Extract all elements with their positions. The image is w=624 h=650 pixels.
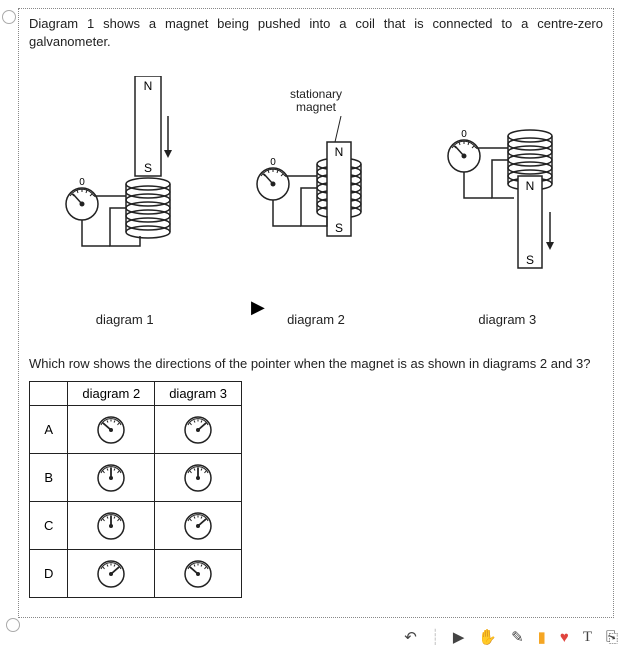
caption-d2: diagram 2 (220, 312, 411, 327)
row-label-B: B (30, 453, 68, 501)
page-content: Diagram 1 shows a magnet being pushed in… (18, 8, 614, 618)
svg-text:S: S (144, 161, 152, 175)
text-icon[interactable]: T (583, 629, 592, 646)
diagram-2: stationary magnet (220, 56, 411, 306)
answer-table: diagram 2 diagram 3 A B C D (29, 381, 242, 598)
svg-text:N: N (143, 79, 152, 93)
question-text: Which row shows the directions of the po… (29, 355, 603, 373)
svg-text:S: S (335, 221, 343, 235)
gauge-icon (182, 556, 214, 588)
caption-row: diagram 1 diagram 2 diagram 3 (29, 312, 603, 327)
diagram-3: N S 0 (412, 56, 603, 306)
caption-d1: diagram 1 (29, 312, 220, 327)
pen-icon[interactable]: ✎ (511, 628, 524, 646)
svg-text:0: 0 (270, 157, 276, 168)
stationary-label: stationary magnet (290, 88, 342, 114)
separator: ┊ (431, 628, 439, 646)
table-row: D (30, 549, 242, 597)
cursor-arrow-icon: ▶ (251, 297, 265, 318)
caption-d3: diagram 3 (412, 312, 603, 327)
row-label-D: D (30, 549, 68, 597)
diagram-1: N S (29, 56, 220, 306)
copy-icon[interactable]: ⎘ (606, 629, 618, 646)
intro-text: Diagram 1 shows a magnet being pushed in… (29, 15, 603, 50)
row-label-C: C (30, 501, 68, 549)
page-handle-bottom[interactable] (6, 618, 20, 632)
answer-header-blank (30, 381, 68, 405)
gauge-icon (182, 508, 214, 540)
svg-text:S: S (526, 253, 534, 267)
gauge-icon (182, 460, 214, 492)
svg-text:N: N (335, 145, 344, 159)
gauge-icon (95, 412, 127, 444)
page-handle-top[interactable] (2, 10, 16, 24)
table-row: B (30, 453, 242, 501)
play-icon[interactable]: ▶ (453, 628, 465, 646)
svg-text:0: 0 (79, 177, 85, 188)
diagram-1-svg: N S (50, 76, 200, 306)
table-row: A (30, 405, 242, 453)
diagram-3-svg: N S 0 (432, 76, 582, 306)
diagram-2-svg: N S 0 (241, 116, 391, 306)
gauge-icon (95, 460, 127, 492)
svg-text:0: 0 (462, 129, 468, 140)
gauge-icon (182, 412, 214, 444)
answer-header-d3: diagram 3 (155, 381, 242, 405)
diagrams-row: N S (29, 56, 603, 306)
toolbar: ↶ ┊ ▶ ✋ ✎ ▮ ♥ T ⎘ (404, 628, 618, 646)
hand-icon[interactable]: ✋ (478, 628, 497, 646)
table-row: C (30, 501, 242, 549)
note-icon[interactable]: ▮ (538, 628, 546, 646)
answer-header-d2: diagram 2 (68, 381, 155, 405)
undo-icon[interactable]: ↶ (404, 628, 417, 646)
heart-icon[interactable]: ♥ (560, 629, 569, 646)
row-label-A: A (30, 405, 68, 453)
svg-text:N: N (526, 179, 535, 193)
gauge-icon (95, 556, 127, 588)
gauge-icon (95, 508, 127, 540)
